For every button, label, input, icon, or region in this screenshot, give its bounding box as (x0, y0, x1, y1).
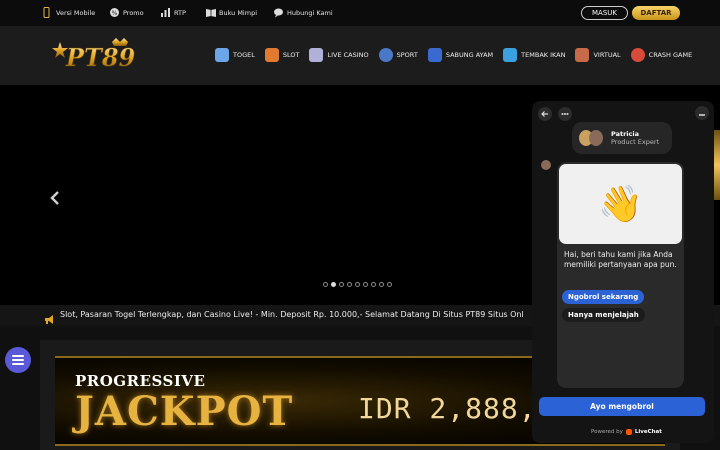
slider-dot[interactable] (363, 282, 368, 287)
svg-text:%: % (112, 10, 118, 17)
nav-label-sabung-ayam: SABUNG AYAM (445, 51, 494, 59)
nav-item-sabung-ayam[interactable]: SABUNG AYAM (427, 48, 494, 62)
livechat-logo-icon (625, 429, 632, 435)
agent-name: Patricia (611, 130, 639, 138)
slider-dots (323, 282, 392, 287)
waving-hand-icon: 👋 (559, 164, 682, 244)
livechat-brand: LiveChat (634, 429, 662, 435)
avatar (589, 130, 603, 146)
decorative-edge (714, 130, 720, 200)
powered-by-label: Powered by (591, 429, 623, 435)
agent-role: Product Expert (611, 138, 660, 146)
nav-label-sport: SPORT (396, 51, 418, 59)
nav-item-sport[interactable]: SPORT (378, 48, 418, 62)
soccer-icon (378, 48, 393, 62)
avatar (541, 160, 551, 170)
chart-icon (160, 7, 170, 18)
slider-dot[interactable] (323, 282, 328, 287)
nav-label-tembak-ikan: TEMBAK IKAN (521, 51, 566, 59)
topbar-item-hubungi[interactable]: Hubungi Kami (273, 7, 333, 18)
nav-label-virtual: VIRTUAL (593, 51, 621, 59)
chat-minimize-button[interactable] (695, 106, 709, 120)
nav-item-togel[interactable]: TOGEL (215, 48, 255, 62)
slider-prev-button[interactable] (50, 191, 60, 208)
virtual-icon (575, 48, 590, 62)
nav-label-togel: TOGEL (233, 51, 255, 59)
nav-item-live-casino[interactable]: LIVE CASINO (309, 48, 369, 62)
welcome-message: Hai, beri tahu kami jika Anda memiliki p… (564, 250, 677, 269)
rocket-icon (630, 48, 645, 62)
arrow-left-icon (541, 111, 548, 117)
welcome-message-card: 👋 Hai, beri tahu kami jika Anda memiliki… (557, 162, 684, 388)
slider-dot[interactable] (371, 282, 376, 287)
more-icon (561, 113, 569, 115)
main-nav: TOGEL SLOT LIVE CASINO SPORT SABUNG AYAM… (215, 48, 692, 62)
fish-icon (503, 48, 518, 62)
main-header: PT89 TOGEL SLOT LIVE CASINO SPORT SABUNG… (0, 26, 720, 85)
livechat-widget: Patricia Product Expert 👋 Hai, beri tahu… (532, 101, 714, 443)
login-button[interactable]: MASUK (581, 6, 628, 20)
topbar-item-promo[interactable]: % Promo (109, 7, 144, 18)
nav-label-slot: SLOT (282, 51, 300, 59)
nav-item-virtual[interactable]: VIRTUAL (575, 48, 621, 62)
megaphone-icon (44, 310, 55, 324)
rooster-icon (427, 48, 442, 62)
start-chat-button[interactable]: Ayo mengobrol (539, 397, 705, 416)
topbar-label-buku-mimpi: Buku Mimpi (219, 8, 258, 17)
slider-dot[interactable] (379, 282, 384, 287)
slot-icon (264, 48, 279, 62)
minimize-icon (699, 114, 705, 116)
agent-avatars (579, 130, 605, 146)
topbar-label-hubungi: Hubungi Kami (287, 8, 333, 17)
slider-dot[interactable] (331, 282, 336, 287)
cards-icon (309, 48, 324, 62)
topbar-item-rtp[interactable]: RTP (160, 7, 186, 18)
nav-item-slot[interactable]: SLOT (264, 48, 300, 62)
chat-back-button[interactable] (538, 107, 552, 121)
topbar-label-mobile: Versi Mobile (56, 8, 96, 17)
chat-now-button[interactable]: Ngobrol sekarang (562, 290, 645, 304)
nav-item-tembak-ikan[interactable]: TEMBAK IKAN (503, 48, 565, 62)
site-logo[interactable]: PT89 (50, 36, 138, 76)
hamburger-icon (12, 355, 24, 365)
marquee-text: Slot, Pasaran Togel Terlengkap, dan Casi… (60, 310, 524, 319)
slider-dot[interactable] (387, 282, 392, 287)
agent-card: Patricia Product Expert (572, 122, 672, 154)
just-browsing-button[interactable]: Hanya menjelajah (562, 308, 645, 322)
promo-icon: % (109, 7, 119, 18)
chat-more-button[interactable] (558, 107, 572, 121)
book-icon (205, 7, 216, 18)
nav-label-crash-game: CRASH GAME (648, 51, 693, 59)
topbar-item-buku-mimpi[interactable]: Buku Mimpi (205, 7, 257, 18)
nav-label-live-casino: LIVE CASINO (327, 51, 369, 59)
topbar-item-mobile[interactable]: Versi Mobile (42, 7, 95, 18)
chat-icon (273, 7, 283, 18)
mobile-icon (42, 7, 51, 18)
topbar-label-rtp: RTP (174, 8, 186, 17)
menu-button[interactable] (5, 347, 31, 373)
topbar-label-promo: Promo (123, 8, 144, 17)
jackpot-line2: JACKPOT (75, 388, 294, 435)
slider-dot[interactable] (355, 282, 360, 287)
slider-dot[interactable] (339, 282, 344, 287)
slider-dot[interactable] (347, 282, 352, 287)
top-bar: Versi Mobile % Promo RTP Buku Mimpi Hubu… (0, 0, 720, 26)
chat-top-controls (538, 107, 572, 121)
register-button[interactable]: DAFTAR (632, 6, 680, 20)
togel-icon (215, 48, 229, 62)
svg-text:PT89: PT89 (65, 43, 136, 72)
nav-item-crash-game[interactable]: CRASH GAME (630, 48, 693, 62)
powered-by[interactable]: Powered by LiveChat (591, 429, 662, 435)
